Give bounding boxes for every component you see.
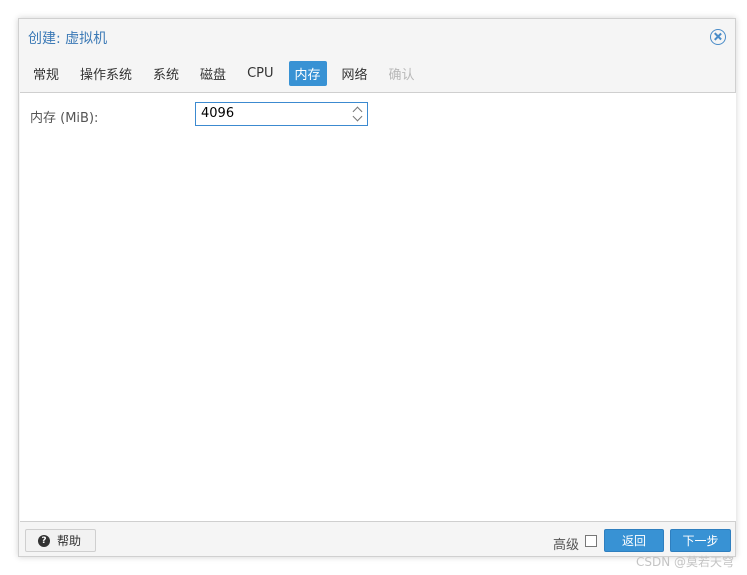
memory-input[interactable]: [201, 106, 341, 121]
memory-field[interactable]: [195, 102, 368, 126]
help-button[interactable]: ? 帮助: [25, 529, 97, 552]
back-button[interactable]: 返回: [604, 529, 664, 552]
tab-disk[interactable]: 磁盘: [194, 61, 232, 86]
tab-system[interactable]: 系统: [147, 61, 185, 86]
tab-cpu[interactable]: CPU: [241, 63, 279, 84]
advanced-label: 高级: [553, 538, 580, 553]
memory-label: 内存 (MiB):: [30, 111, 99, 126]
dialog-titlebar: 创建: 虚拟机: [19, 19, 735, 55]
dialog-title: 创建: 虚拟机: [28, 31, 108, 47]
tab-memory[interactable]: 内存: [288, 60, 327, 86]
question-circle-icon: ?: [38, 534, 50, 547]
memory-panel: 内存 (MiB):: [20, 92, 736, 522]
wizard-tabs: 常规 操作系统 系统 磁盘 CPU 内存 网络 确认: [27, 60, 430, 86]
watermark: CSDN @莫若天穹: [636, 555, 735, 569]
help-label: 帮助: [57, 534, 82, 548]
tab-os[interactable]: 操作系统: [74, 61, 138, 86]
spinner-down-icon[interactable]: [352, 111, 363, 122]
next-button[interactable]: 下一步: [670, 529, 731, 552]
create-vm-dialog: 创建: 虚拟机 常规 操作系统 系统 磁盘 CPU 内存 网络 确认 内存 (M…: [18, 18, 736, 557]
tab-general[interactable]: 常规: [27, 61, 65, 86]
memory-spinner[interactable]: [352, 105, 363, 123]
advanced-checkbox[interactable]: [585, 535, 597, 547]
tab-confirm: 确认: [388, 67, 415, 83]
tab-network[interactable]: 网络: [336, 61, 374, 86]
dialog-footer: ? 帮助 高级 返回 下一步: [19, 523, 735, 557]
close-icon[interactable]: [710, 29, 726, 45]
